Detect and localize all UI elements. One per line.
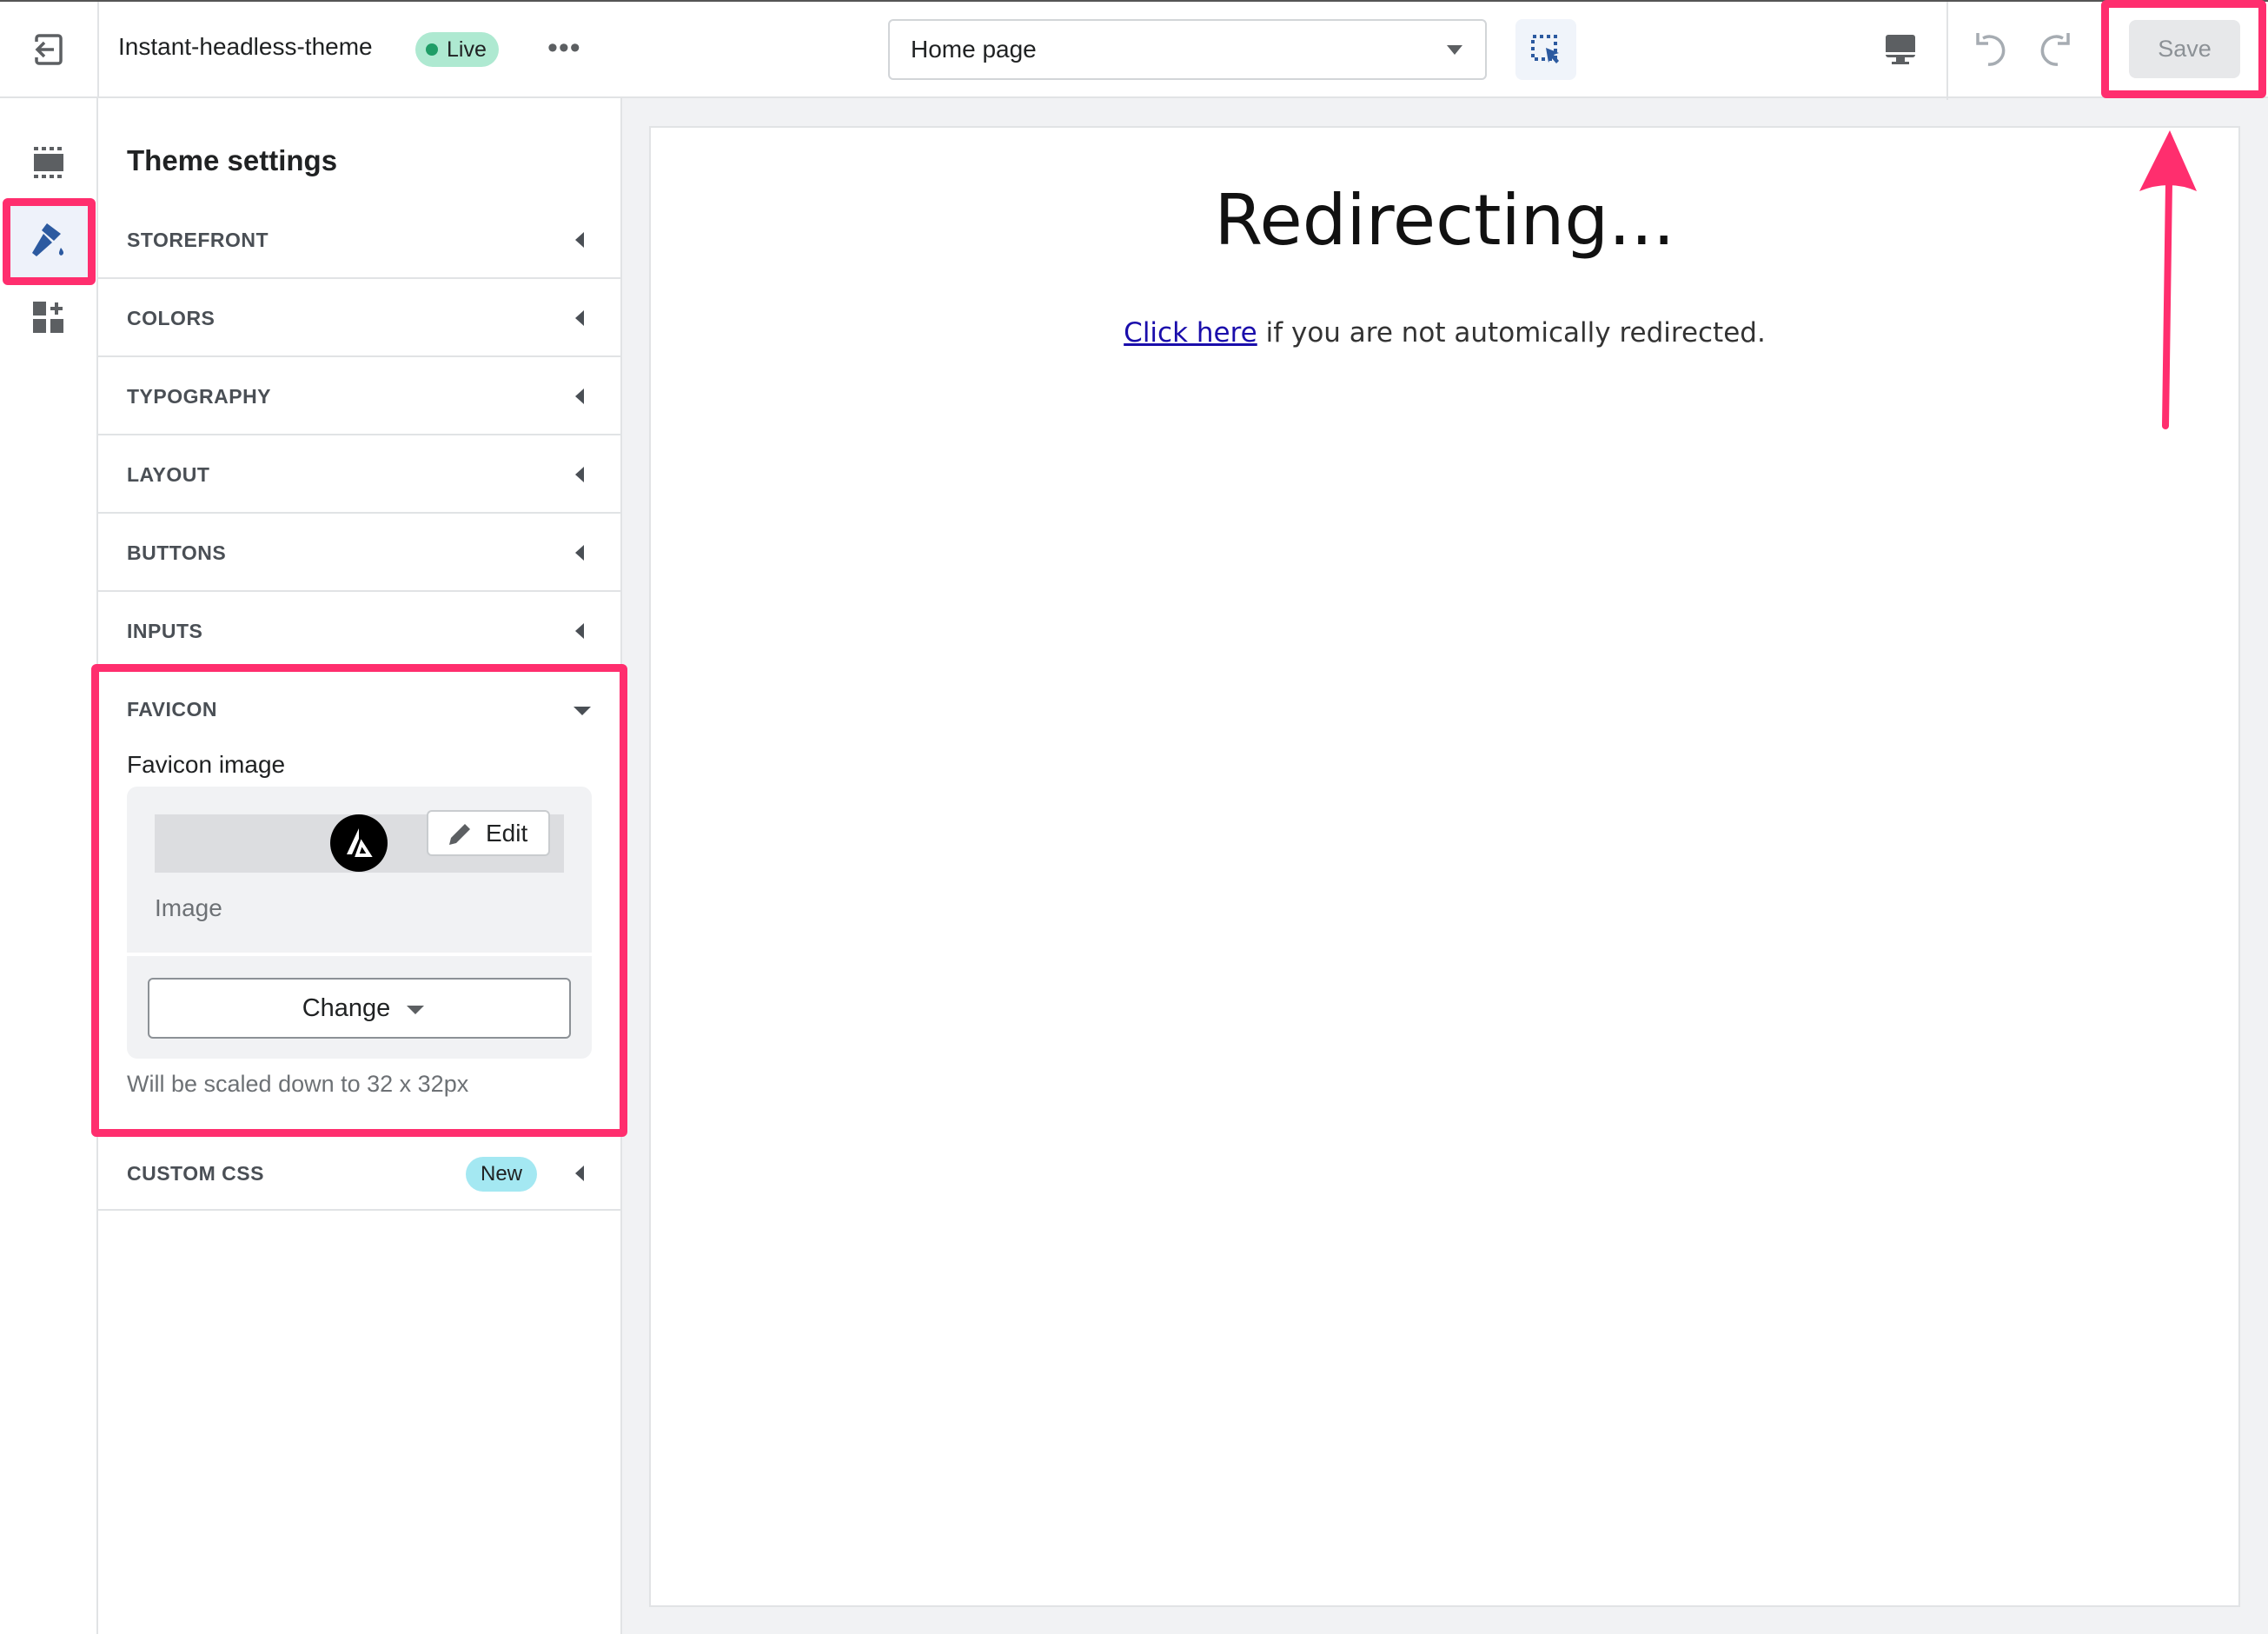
highlight-box-favicon	[91, 664, 627, 1137]
section-label: BUTTONS	[127, 541, 227, 564]
desktop-icon	[1886, 35, 1915, 64]
section-inputs[interactable]: INPUTS	[98, 592, 620, 670]
sections-button[interactable]	[32, 146, 65, 183]
new-badge: New	[466, 1157, 537, 1192]
section-buttons[interactable]: BUTTONS	[98, 514, 620, 592]
click-here-link[interactable]: Click here	[1124, 317, 1257, 349]
divider	[1946, 2, 1948, 100]
redirect-text: if you are not automically redirected.	[1257, 317, 1766, 349]
section-label: STOREFRONT	[127, 229, 269, 251]
annotation-arrow-icon	[2139, 130, 2197, 429]
page-select-value: Home page	[911, 36, 1037, 63]
desktop-view-button[interactable]	[1884, 33, 1917, 70]
caret-left-icon	[575, 623, 584, 639]
status-badge-label: Live	[447, 37, 487, 62]
divider	[97, 2, 99, 100]
select-element-icon	[1531, 35, 1559, 63]
redirect-heading: Redirecting...	[1214, 180, 1675, 261]
caret-left-icon	[575, 545, 584, 561]
caret-left-icon	[575, 232, 584, 248]
section-custom-css[interactable]: CUSTOM CSS New	[98, 1136, 620, 1211]
section-typography[interactable]: TYPOGRAPHY	[98, 357, 620, 435]
chevron-down-icon	[1447, 45, 1462, 55]
caret-left-icon	[575, 467, 584, 482]
page-select[interactable]: Home page	[888, 19, 1487, 80]
sections-icon	[34, 147, 63, 178]
section-label: COLORS	[127, 307, 216, 329]
caret-left-icon	[575, 389, 584, 404]
section-label: CUSTOM CSS	[127, 1162, 264, 1185]
add-apps-button[interactable]	[32, 301, 65, 338]
section-label: TYPOGRAPHY	[127, 385, 272, 408]
add-apps-icon	[33, 302, 63, 333]
preview-frame: Redirecting... Click here if you are not…	[649, 126, 2240, 1607]
theme-name: Instant-headless-theme	[118, 33, 373, 60]
caret-left-icon	[575, 1166, 584, 1181]
section-label: LAYOUT	[127, 463, 210, 486]
redo-button[interactable]	[2035, 30, 2073, 72]
select-element-button[interactable]	[1515, 19, 1576, 80]
redo-icon	[2040, 33, 2070, 66]
section-colors[interactable]: COLORS	[98, 279, 620, 357]
exit-icon[interactable]	[31, 33, 64, 70]
undo-icon	[1976, 33, 2006, 66]
redirect-message: Click here if you are not automically re…	[651, 317, 2238, 349]
panel-heading: Theme settings	[127, 144, 338, 176]
section-storefront[interactable]: STOREFRONT	[98, 201, 620, 279]
highlight-box-save	[2101, 0, 2266, 98]
undo-button[interactable]	[1973, 30, 2011, 72]
section-label: INPUTS	[127, 620, 203, 642]
live-dot-icon	[426, 43, 438, 56]
more-actions-button[interactable]: •••	[547, 31, 581, 65]
highlight-box-theme-settings	[3, 198, 96, 285]
section-layout[interactable]: LAYOUT	[98, 435, 620, 514]
caret-left-icon	[575, 310, 584, 326]
status-badge: Live	[415, 32, 499, 67]
